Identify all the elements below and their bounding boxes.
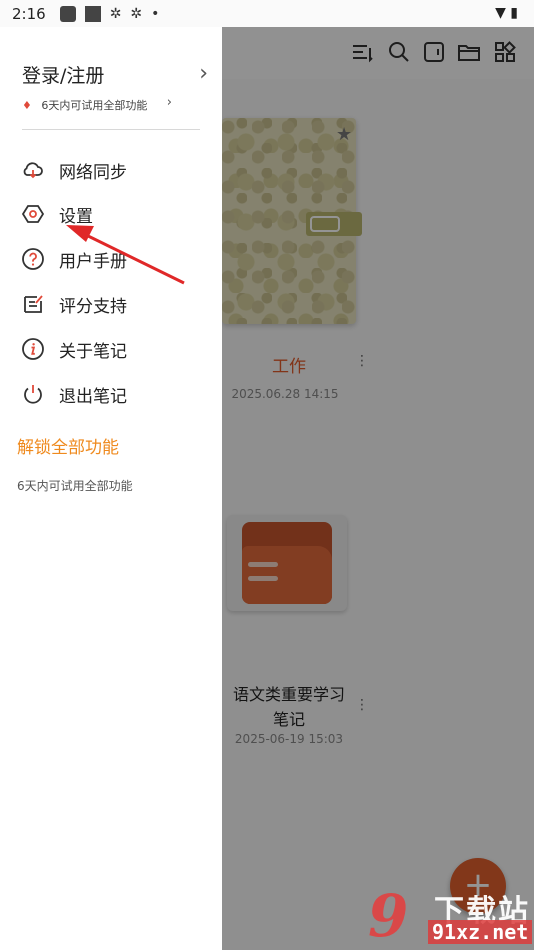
watermark-bottom-text: 91xz.net	[428, 920, 533, 944]
annotation-arrow	[66, 225, 185, 285]
watermark-logo: 9 下载站 91xz.net	[368, 882, 533, 950]
watermark-logo-icon: 9	[368, 882, 409, 950]
